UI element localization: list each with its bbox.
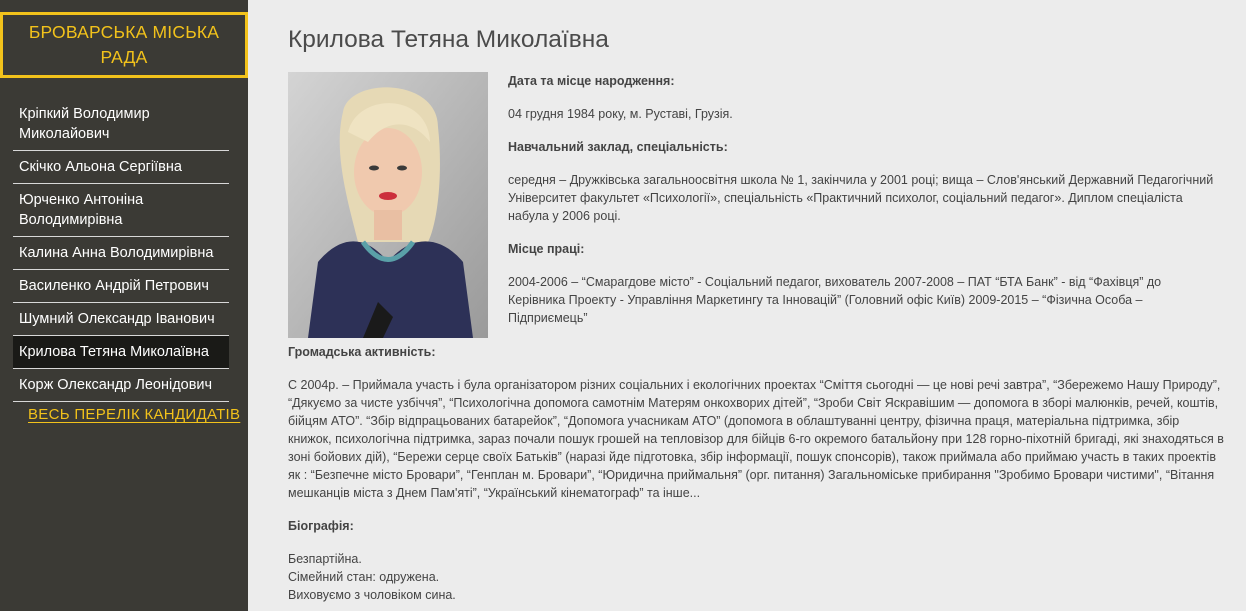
work-value: 2004-2006 – “Смарагдове місто” - Соціаль…	[508, 275, 1162, 325]
portrait-photo	[288, 72, 488, 338]
activity-value: С 2004р. – Приймала участь і була органі…	[288, 378, 1224, 500]
candidate-details: Громадська активність: С 2004р. – Прийма…	[288, 343, 1224, 604]
activity-label: Громадська активність:	[288, 345, 436, 359]
sidebar: БРОВАРСЬКА МІСЬКА РАДА Кріпкий Володимир…	[0, 0, 248, 611]
nav-item-vasylenko[interactable]: Василенко Андрій Петрович	[13, 270, 229, 303]
candidate-nav: Кріпкий Володимир Миколайович Скічко Аль…	[13, 98, 229, 402]
nav-item-korzh[interactable]: Корж Олександр Леонідович	[13, 369, 229, 402]
work-label: Місце праці:	[508, 242, 585, 256]
bio-line: Сімейний стан: одружена.	[288, 570, 440, 584]
birth-value: 04 грудня 1984 року, м. Руставі, Грузія.	[508, 107, 733, 121]
nav-item-kalyna[interactable]: Калина Анна Володимирівна	[13, 237, 229, 270]
nav-item-yurchenko[interactable]: Юрченко Антоніна Володимирівна	[13, 184, 229, 237]
all-candidates-link[interactable]: ВЕСЬ ПЕРЕЛІК КАНДИДАТІВ	[28, 406, 240, 423]
portrait-illustration	[288, 72, 488, 338]
nav-item-skichko[interactable]: Скічко Альона Сергіївна	[13, 151, 229, 184]
bio-line: Безпартійна.	[288, 552, 362, 566]
site-title[interactable]: БРОВАРСЬКА МІСЬКА РАДА	[0, 12, 248, 78]
nav-item-shumnyi[interactable]: Шумний Олександр Іванович	[13, 303, 229, 336]
bio-line: Виховуємо з чоловіком сина.	[288, 588, 456, 602]
birth-label: Дата та місце народження:	[508, 74, 675, 88]
site-title-text: БРОВАРСЬКА МІСЬКА РАДА	[28, 22, 220, 67]
education-value: середня – Дружківська загальноосвітня шк…	[508, 173, 1214, 223]
candidate-info: Дата та місце народження: 04 грудня 1984…	[508, 72, 1220, 327]
bio-lines: Безпартійна. Сімейний стан: одружена. Ви…	[288, 550, 1224, 604]
bio-label: Біографія:	[288, 519, 354, 533]
education-label: Навчальний заклад, спеціальність:	[508, 140, 728, 154]
nav-item-krylova[interactable]: Крилова Тетяна Миколаївна	[13, 336, 229, 369]
nav-item-kripkyi[interactable]: Кріпкий Володимир Миколайович	[13, 98, 229, 151]
page-title: Крилова Тетяна Миколаївна	[288, 26, 609, 53]
